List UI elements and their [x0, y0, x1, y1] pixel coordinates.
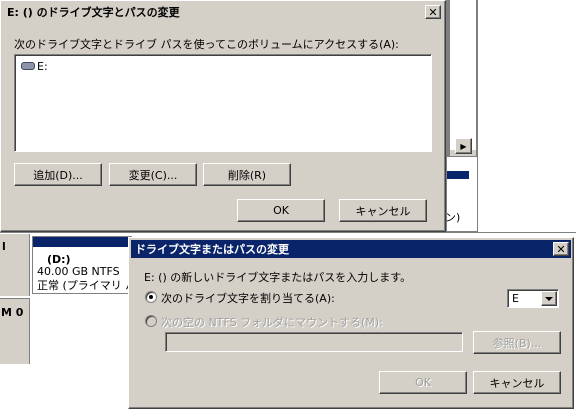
change-cancel-button[interactable]: キャンセル — [473, 371, 561, 394]
browse-button[interactable]: 参照(B)... — [473, 331, 561, 354]
close-icon: ✕ — [428, 5, 438, 19]
dialog-drive-paths-close-button[interactable]: ✕ — [425, 5, 441, 19]
dialog-drive-paths-titlebar[interactable]: E: () のドライブ文字とパスの変更 — [3, 3, 443, 21]
dialog-change-letter-close-button[interactable]: ✕ — [553, 242, 569, 256]
remove-button[interactable]: 削除(R) — [203, 163, 291, 186]
dialog-change-letter-instruction: E: () の新しいドライブ文字またはパスを入力します。 — [144, 271, 412, 284]
volume-d-status: 正常 (プライマリ パ — [37, 279, 137, 292]
change-button[interactable]: 変更(C)... — [109, 163, 197, 186]
dialog-drive-paths-instruction: 次のドライブ文字とドライブ パスを使ってこのボリュームにアクセスする(A): — [14, 38, 399, 51]
volume-header-bar — [447, 171, 469, 179]
volume-d-header — [33, 237, 131, 247]
list-item-label: E: — [37, 59, 48, 73]
assign-letter-radio[interactable] — [145, 291, 157, 303]
dialog-change-letter-titlebar[interactable]: ドライブ文字またはパスの変更 — [131, 240, 571, 258]
background-volume-column: ン) — [445, 156, 478, 232]
disk-volume-d[interactable]: (D:) 40.00 GB NTFS 正常 (プライマリ パ — [32, 236, 136, 294]
disk-label-bottom: M 0 — [0, 298, 30, 364]
drive-path-list[interactable]: E: — [14, 54, 432, 152]
close-icon: ✕ — [556, 242, 566, 256]
add-button[interactable]: 追加(D)... — [14, 163, 102, 186]
folder-path-input[interactable] — [165, 332, 463, 352]
ok-button[interactable]: OK — [237, 199, 325, 222]
disk-label-top: l — [0, 234, 30, 296]
dialog-drive-paths: E: () のドライブ文字とパスの変更 ✕ 次のドライブ文字とドライブ パスを使… — [0, 0, 446, 232]
dialog-drive-paths-title: E: () のドライブ文字とパスの変更 — [7, 6, 180, 19]
assign-letter-label[interactable]: 次のドライブ文字を割り当てる(A): — [161, 290, 335, 306]
drive-letter-select[interactable]: E — [507, 289, 559, 308]
chevron-down-icon — [545, 296, 553, 301]
mount-folder-radio[interactable] — [145, 315, 157, 327]
drive-icon — [21, 62, 35, 70]
volume-partial-label: ン) — [445, 211, 461, 224]
list-item[interactable]: E: — [21, 59, 48, 73]
drive-letter-value: E — [512, 292, 519, 305]
background-list-area — [450, 0, 476, 150]
dialog-change-letter: ドライブ文字またはパスの変更 ✕ E: () の新しいドライブ文字またはパスを入… — [128, 237, 574, 409]
mount-folder-label[interactable]: 次の空の NTFS フォルダにマウントする(M): — [161, 314, 383, 330]
dropdown-button[interactable] — [541, 291, 557, 306]
background-far-right — [478, 0, 576, 232]
dialog-change-letter-title: ドライブ文字またはパスの変更 — [135, 243, 289, 256]
scroll-right-arrow[interactable]: ▶ — [455, 138, 472, 154]
cancel-button[interactable]: キャンセル — [339, 199, 427, 222]
change-ok-button[interactable]: OK — [379, 371, 467, 394]
